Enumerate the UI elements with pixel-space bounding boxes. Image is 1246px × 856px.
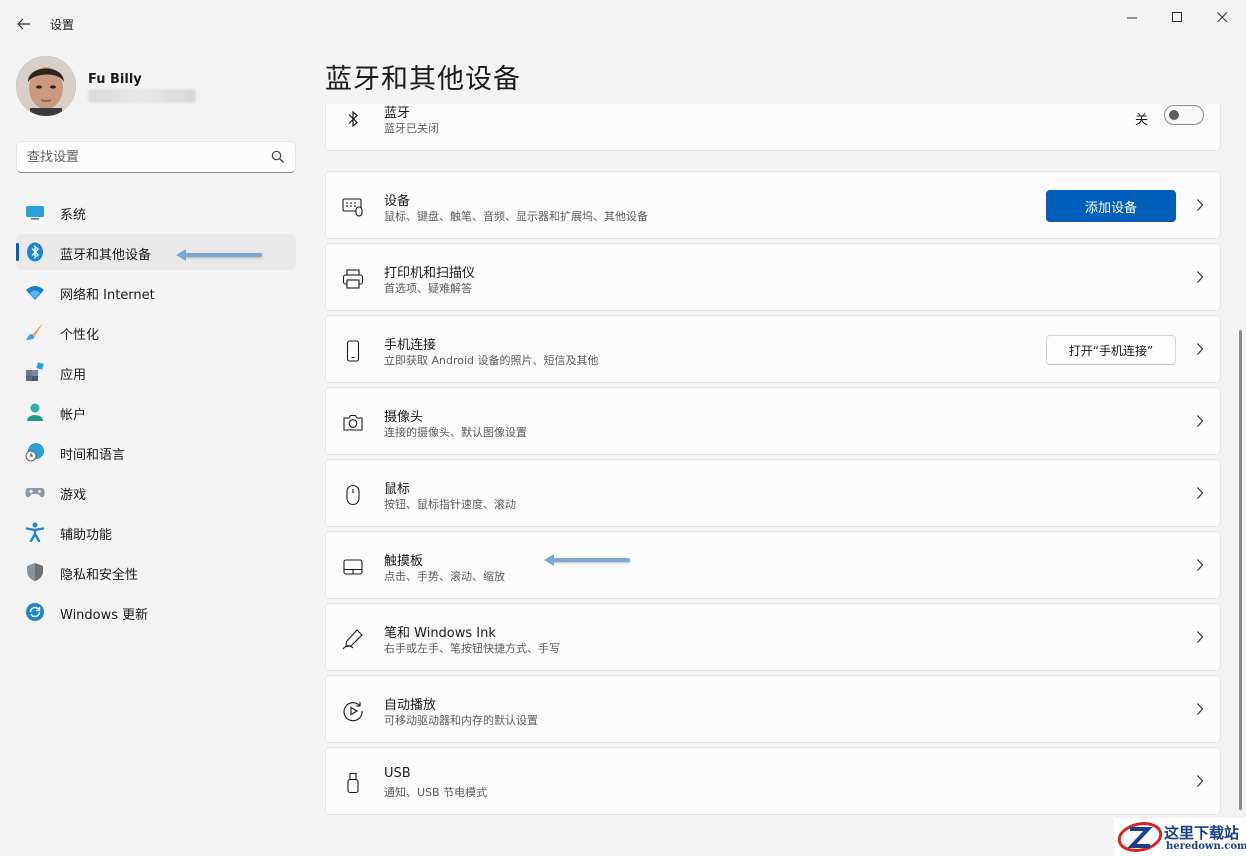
chevron-right-icon	[1197, 559, 1204, 571]
pen-icon	[342, 628, 364, 650]
bluetooth-card: 蓝牙 蓝牙已关闭 关	[325, 104, 1221, 151]
globe-clock-icon	[25, 442, 45, 462]
brush-icon	[25, 322, 45, 342]
sidebar-item-time-language[interactable]: 时间和语言	[16, 434, 296, 470]
bluetooth-icon	[25, 242, 45, 262]
chevron-right-icon	[1197, 631, 1204, 643]
watermark-logo-icon	[1117, 822, 1163, 852]
gamepad-icon	[25, 482, 45, 502]
app-title: 设置	[50, 18, 75, 32]
maximize-button[interactable]	[1157, 4, 1197, 30]
chevron-right-icon	[1197, 271, 1204, 283]
apps-icon	[25, 362, 45, 382]
sidebar-item-personalization[interactable]: 个性化	[16, 314, 296, 350]
card-mouse[interactable]: 鼠标 按钮、鼠标指针速度、滚动	[325, 459, 1221, 527]
devices-icon	[342, 196, 364, 218]
user-email-blurred	[88, 89, 196, 103]
chevron-right-icon	[1197, 487, 1204, 499]
sidebar-nav: 系统 蓝牙和其他设备 网络和 Internet 个性化 应用 帐户 时间和语言 …	[16, 194, 296, 634]
bluetooth-status: 蓝牙已关闭	[384, 122, 439, 135]
search-box[interactable]	[16, 141, 296, 173]
sidebar-item-bluetooth[interactable]: 蓝牙和其他设备	[16, 234, 296, 270]
chevron-right-icon	[1197, 415, 1204, 427]
maximize-icon	[1171, 11, 1182, 22]
back-button[interactable]	[10, 10, 38, 38]
phone-icon	[342, 340, 364, 362]
update-icon	[25, 602, 45, 622]
close-icon	[1216, 11, 1227, 22]
watermark-cn: 这里下载站	[1164, 824, 1240, 842]
sidebar-item-privacy[interactable]: 隐私和安全性	[16, 554, 296, 590]
sidebar-item-system[interactable]: 系统	[16, 194, 296, 230]
chevron-right-icon	[1197, 199, 1204, 211]
card-autoplay[interactable]: 自动播放 可移动驱动器和内存的默认设置	[325, 675, 1221, 743]
card-printers[interactable]: 打印机和扫描仪 首选项、疑难解答	[325, 243, 1221, 311]
bluetooth-icon	[342, 108, 364, 130]
card-camera[interactable]: 摄像头 连接的摄像头、默认图像设置	[325, 387, 1221, 455]
card-touchpad[interactable]: 触摸板 点击、手势、滚动、缩放	[325, 531, 1221, 599]
sidebar-item-apps[interactable]: 应用	[16, 354, 296, 390]
chevron-right-icon	[1197, 775, 1204, 787]
content-scrollbar[interactable]	[1239, 330, 1242, 810]
card-usb[interactable]: USB 通知、USB 节电模式	[325, 747, 1221, 815]
wifi-icon	[25, 282, 45, 302]
annotation-arrow-touchpad	[544, 554, 630, 566]
title-bar: 设置	[0, 0, 1246, 48]
accessibility-icon	[25, 522, 45, 542]
search-input[interactable]	[27, 142, 267, 172]
mouse-icon	[342, 484, 364, 506]
sidebar-item-accounts[interactable]: 帐户	[16, 394, 296, 430]
touchpad-icon	[342, 556, 364, 578]
user-profile[interactable]: Fu Billy	[16, 56, 296, 120]
watermark: 这里下载站 heredown.com	[1114, 818, 1246, 856]
card-phone-link[interactable]: 手机连接 立即获取 Android 设备的照片、短信及其他 打开“手机连接”	[325, 315, 1221, 383]
sidebar-item-gaming[interactable]: 游戏	[16, 474, 296, 510]
user-name: Fu Billy	[88, 72, 142, 87]
printer-icon	[342, 268, 364, 290]
shield-icon	[25, 562, 45, 582]
chevron-right-icon	[1197, 703, 1204, 715]
camera-icon	[342, 412, 364, 434]
watermark-en: heredown.com	[1166, 841, 1246, 852]
search-icon[interactable]	[271, 150, 285, 164]
close-button[interactable]	[1202, 4, 1242, 30]
monitor-icon	[25, 202, 45, 222]
avatar	[16, 56, 76, 116]
autoplay-icon	[342, 700, 364, 722]
chevron-right-icon	[1197, 343, 1204, 355]
sidebar-item-windows-update[interactable]: Windows 更新	[16, 594, 296, 630]
minimize-button[interactable]	[1112, 4, 1152, 30]
annotation-arrow-nav	[176, 249, 262, 261]
bluetooth-toggle-label: 关	[1134, 113, 1148, 128]
bluetooth-toggle[interactable]	[1164, 105, 1204, 125]
card-pen[interactable]: 笔和 Windows Ink 右手或左手、笔按钮快捷方式、手写	[325, 603, 1221, 671]
usb-icon	[342, 772, 364, 794]
add-device-button[interactable]: 添加设备	[1046, 190, 1176, 222]
open-phone-link-button[interactable]: 打开“手机连接”	[1046, 335, 1176, 365]
minimize-icon	[1126, 17, 1137, 18]
arrow-left-icon	[17, 18, 30, 30]
bluetooth-title: 蓝牙	[384, 106, 411, 121]
page-title: 蓝牙和其他设备	[325, 64, 521, 95]
person-icon	[25, 402, 45, 422]
sidebar-item-accessibility[interactable]: 辅助功能	[16, 514, 296, 550]
card-devices[interactable]: 设备 鼠标、键盘、触笔、音频、显示器和扩展坞、其他设备 添加设备	[325, 171, 1221, 239]
sidebar-item-network[interactable]: 网络和 Internet	[16, 274, 296, 310]
